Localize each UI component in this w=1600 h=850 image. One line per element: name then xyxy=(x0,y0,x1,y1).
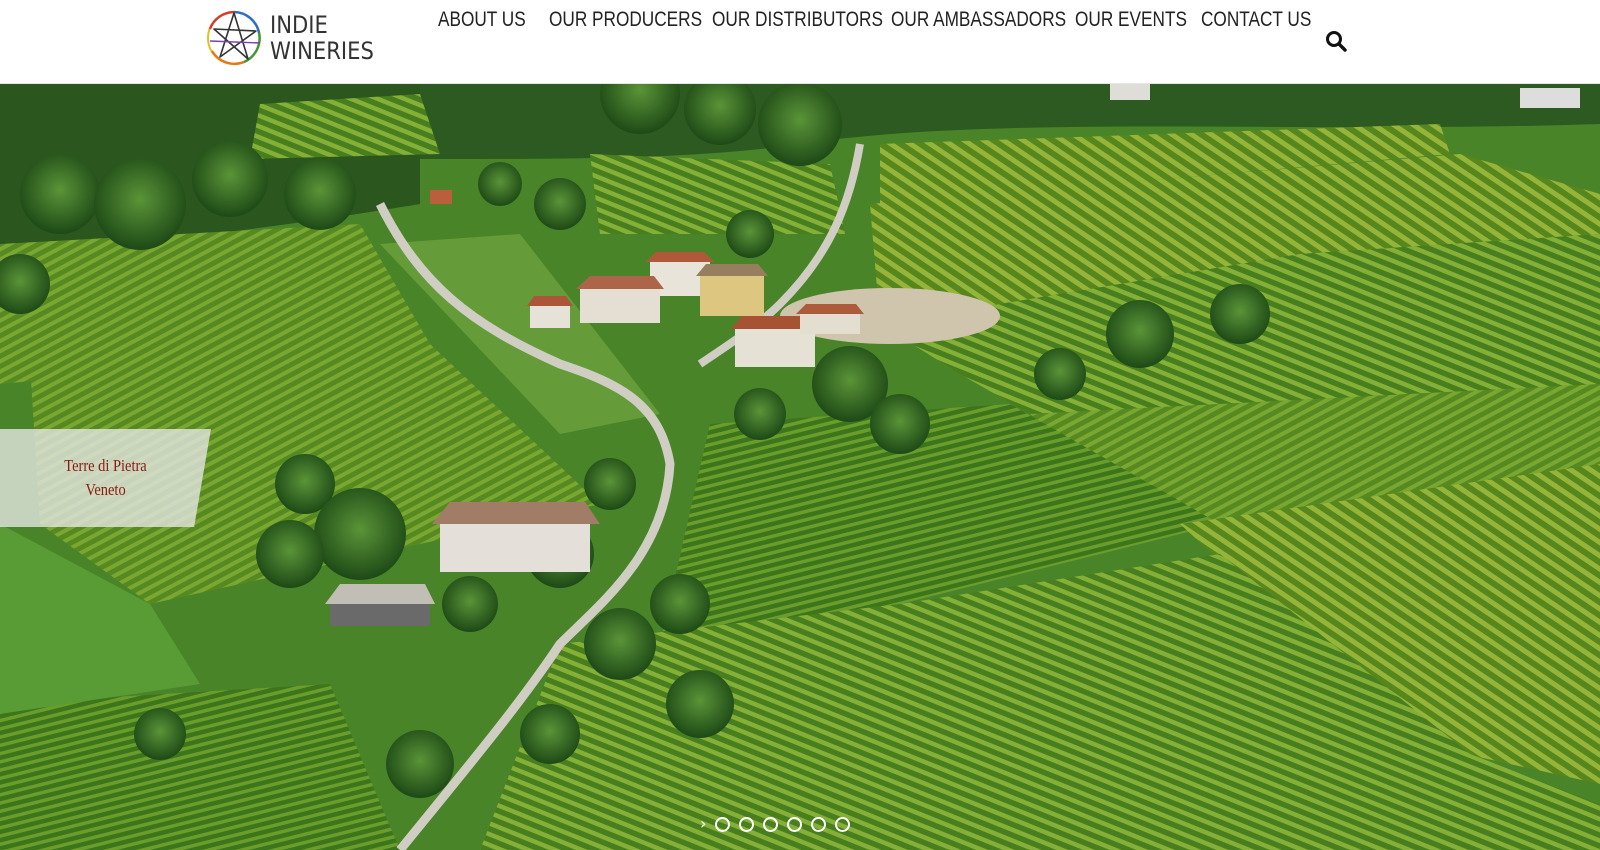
chevron-right-icon[interactable]: › xyxy=(700,816,706,832)
vineyard-aerial-photo xyxy=(0,84,1600,850)
nav-our-distributors[interactable]: OUR DISTRIBUTORS xyxy=(712,8,883,32)
carousel-dot[interactable] xyxy=(763,816,779,832)
nav-our-producers[interactable]: OUR PRODUCERS xyxy=(549,8,702,32)
site-header: INDIE WINERIES ABOUT US OUR PRODUCERS OU… xyxy=(0,0,1600,84)
nav-contact-us[interactable]: CONTACT US xyxy=(1201,8,1311,32)
slide-caption[interactable]: Terre di Pietra Veneto xyxy=(0,429,211,527)
logo-line-1: INDIE xyxy=(270,11,328,39)
carousel-dot[interactable] xyxy=(835,816,851,832)
search-icon[interactable] xyxy=(1325,30,1347,52)
carousel-dot[interactable] xyxy=(715,816,731,832)
nav-our-events[interactable]: OUR EVENTS xyxy=(1075,8,1187,32)
nav-our-ambassadors[interactable]: OUR AMBASSADORS xyxy=(891,8,1066,32)
caption-winery-name: Terre di Pietra xyxy=(64,456,147,475)
carousel-dot[interactable] xyxy=(739,816,755,832)
logo-line-2: WINERIES xyxy=(270,37,374,65)
logo-text: INDIE WINERIES xyxy=(270,12,374,64)
carousel-pagination: › xyxy=(700,816,851,832)
site-logo[interactable]: INDIE WINERIES xyxy=(204,6,394,70)
hero-slider: Terre di Pietra Veneto xyxy=(0,84,1600,850)
nav-about-us[interactable]: ABOUT US xyxy=(438,8,526,32)
caption-region: Veneto xyxy=(85,480,126,499)
carousel-dot[interactable] xyxy=(787,816,803,832)
carousel-dot[interactable] xyxy=(811,816,827,832)
logo-star-icon xyxy=(207,10,261,65)
